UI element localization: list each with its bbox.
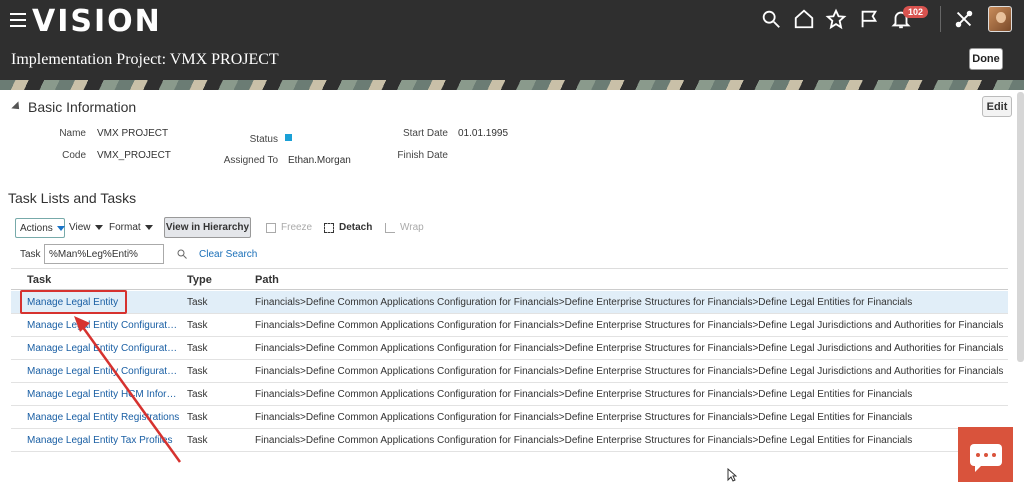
flag-icon[interactable] [858,8,880,30]
task-type: Task [187,435,208,446]
task-path: Financials>Define Common Applications Co… [255,366,1004,377]
view-menu[interactable]: View [69,222,103,233]
table-row[interactable]: Manage Legal Entity Configurator Setup T… [11,360,1008,383]
task-path: Financials>Define Common Applications Co… [255,320,1004,331]
task-type: Task [187,366,208,377]
actions-menu[interactable]: Actions [15,218,65,238]
detach-icon [324,222,334,233]
mouse-cursor-icon [727,468,737,482]
status-indicator [285,134,292,141]
page-title: Implementation Project: VMX PROJECT [11,51,279,68]
table-row[interactable]: Manage Legal Entity Tax Profiles Task Fi… [11,429,1008,452]
task-type: Task [187,389,208,400]
freeze-icon [266,222,276,233]
basic-info-title: Basic Information [28,99,137,115]
notification-badge: 102 [903,6,929,18]
start-date-value: 01.01.1995 [458,128,509,139]
task-path: Financials>Define Common Applications Co… [255,435,913,446]
table-row[interactable]: Manage Legal Entity HCM Information Task… [11,383,1008,406]
chevron-down-icon [56,225,65,231]
search-icon[interactable] [760,8,782,30]
tools-icon[interactable] [953,8,975,30]
format-menu[interactable]: Format [109,222,153,233]
edit-button[interactable]: Edit [982,96,1012,117]
wrap-icon [385,222,395,233]
menu-icon[interactable] [10,13,26,27]
assigned-label: Assigned To [223,155,278,166]
collapse-triangle-icon[interactable] [11,101,23,113]
assigned-value: Ethan.Morgan [288,155,351,166]
user-avatar[interactable] [988,6,1012,32]
task-link[interactable]: Manage Legal Entity HCM Information [27,389,181,400]
header-decoration [0,80,1024,90]
table-row[interactable]: Manage Legal Entity Configurator Options… [11,314,1008,337]
task-path: Financials>Define Common Applications Co… [255,343,1004,354]
view-label: View [69,222,91,233]
home-icon[interactable] [793,8,815,30]
task-search-input[interactable] [44,244,164,264]
chat-icon [969,443,1002,472]
wrap-button[interactable]: Wrap [385,222,424,233]
task-search-label: Task [20,248,41,260]
header-divider [940,6,941,32]
vertical-scrollbar[interactable] [1017,92,1024,362]
clear-search-link[interactable]: Clear Search [199,249,257,260]
code-label: Code [62,150,86,161]
status-label: Status [249,134,278,145]
chevron-down-icon [94,225,103,230]
table-row[interactable]: Manage Legal Entity Registrations Task F… [11,406,1008,429]
chat-button[interactable] [958,427,1013,482]
star-icon[interactable] [825,8,847,30]
wrap-label: Wrap [400,222,424,233]
start-date-label: Start Date [402,128,448,139]
actions-label: Actions [20,222,53,234]
task-type: Task [187,412,208,423]
table-row[interactable]: Manage Legal Entity Task Financials>Defi… [11,291,1008,314]
code-value: VMX_PROJECT [97,150,171,161]
table-header: Task Type Path [11,268,1008,290]
brand-logo[interactable]: VISION [32,4,162,39]
freeze-button[interactable]: Freeze [266,222,312,233]
task-path: Financials>Define Common Applications Co… [255,412,913,423]
format-label: Format [109,222,141,233]
task-link[interactable]: Manage Legal Entity Configurator Setup [27,366,181,377]
basic-info-header[interactable]: Basic Information [11,99,137,115]
task-link[interactable]: Manage Legal Entity Configurator Rules [27,343,181,354]
name-value: VMX PROJECT [97,128,169,139]
task-link[interactable]: Manage Legal Entity [27,297,181,308]
column-header-task[interactable]: Task [27,274,51,286]
task-lists-title: Task Lists and Tasks [8,190,137,206]
app-header: VISION 102 Implementation Project: VMX P… [0,0,1024,90]
task-path: Financials>Define Common Applications Co… [255,297,913,308]
task-type: Task [187,320,208,331]
chevron-down-icon [144,225,153,230]
finish-date-label: Finish Date [397,150,448,161]
column-header-path[interactable]: Path [255,274,279,286]
task-link[interactable]: Manage Legal Entity Tax Profiles [27,435,181,446]
view-in-hierarchy-button[interactable]: View in Hierarchy [164,217,251,238]
task-link[interactable]: Manage Legal Entity Registrations [27,412,181,423]
task-type: Task [187,297,208,308]
column-header-type[interactable]: Type [187,274,212,286]
done-button[interactable]: Done [969,48,1003,70]
detach-button[interactable]: Detach [324,222,372,233]
task-path: Financials>Define Common Applications Co… [255,389,913,400]
task-type: Task [187,343,208,354]
freeze-label: Freeze [281,222,313,233]
task-link[interactable]: Manage Legal Entity Configurator Options [27,320,181,331]
detach-label: Detach [339,222,373,233]
search-icon[interactable] [176,248,188,260]
name-label: Name [59,128,86,139]
table-row[interactable]: Manage Legal Entity Configurator Rules T… [11,337,1008,360]
